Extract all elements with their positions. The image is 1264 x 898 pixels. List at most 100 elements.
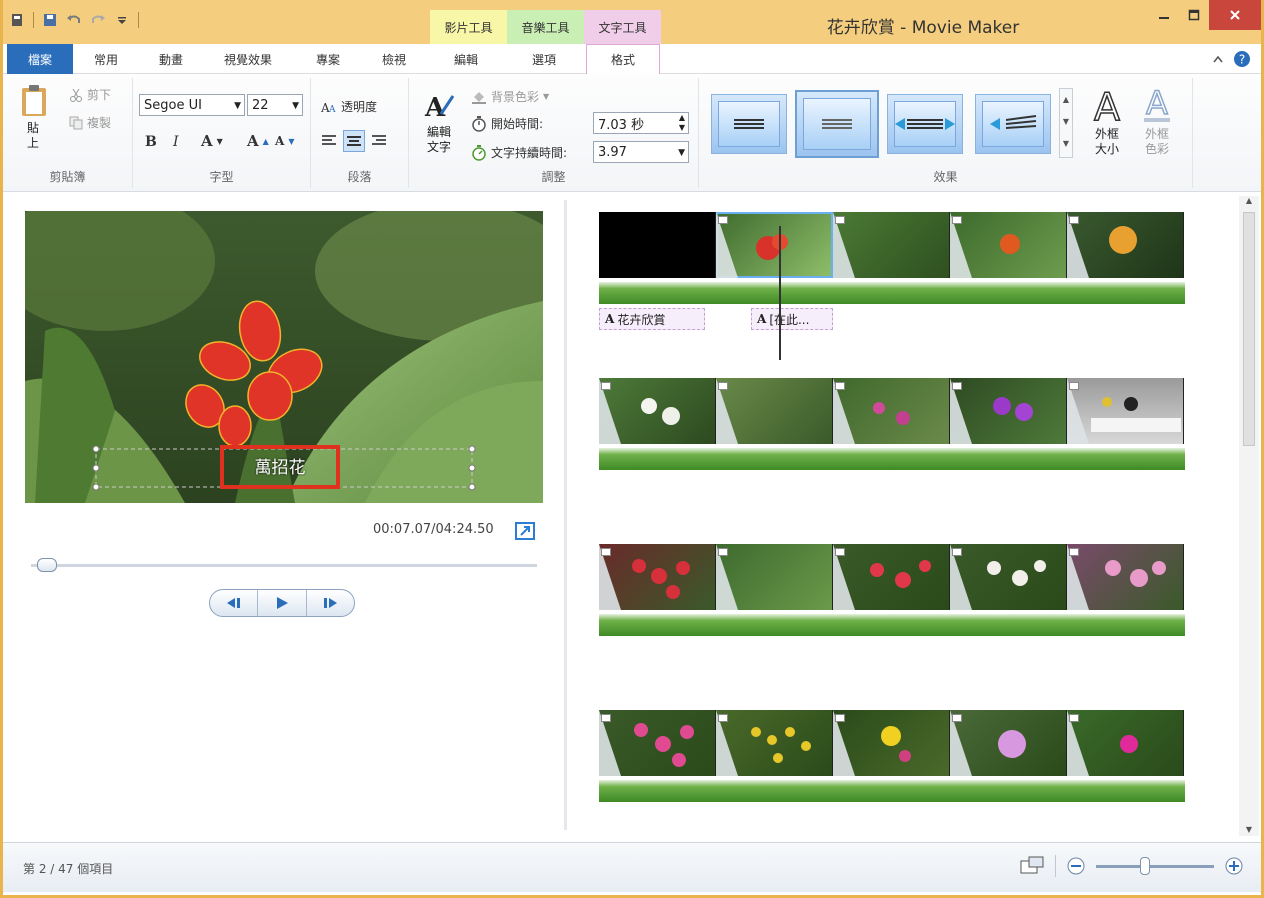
tab-file[interactable]: 檔案	[7, 44, 73, 74]
playhead[interactable]	[779, 226, 781, 360]
seek-thumb[interactable]	[37, 558, 57, 572]
undo-icon[interactable]	[66, 12, 82, 28]
clip[interactable]	[1067, 710, 1184, 776]
group-clipboard: 貼上 剪下 複製 剪貼簿	[3, 78, 133, 188]
audio-track[interactable]	[599, 780, 1185, 802]
zoom-slider[interactable]	[1096, 856, 1214, 875]
audio-track[interactable]	[599, 448, 1185, 470]
clip[interactable]	[716, 710, 833, 776]
align-right-icon[interactable]	[369, 130, 389, 150]
tab-format[interactable]: 格式	[586, 44, 660, 75]
effect-thumbnail-2-selected[interactable]	[795, 90, 879, 158]
clip[interactable]	[833, 710, 950, 776]
edit-text-button[interactable]: A 編輯文字	[421, 90, 457, 155]
clip[interactable]	[950, 378, 1067, 444]
effect-thumbnail-4[interactable]	[975, 94, 1051, 154]
scroll-down-icon[interactable]: ▼	[1239, 825, 1259, 834]
maximize-button[interactable]	[1179, 0, 1209, 30]
app-menu-icon[interactable]	[9, 12, 25, 28]
fullscreen-button[interactable]	[515, 522, 535, 540]
dropdown-arrow-icon: ▼	[543, 92, 550, 101]
clip-selected[interactable]	[716, 212, 833, 278]
clip-strip	[599, 710, 1184, 776]
align-center-icon[interactable]	[343, 130, 365, 152]
thumbnail-size-icon[interactable]	[1019, 855, 1045, 877]
play-button[interactable]	[258, 590, 307, 616]
effects-gallery-scroll[interactable]: ▲ ▼ ▼	[1059, 88, 1073, 158]
clip[interactable]	[833, 212, 950, 278]
tab-animations[interactable]: 動畫	[143, 44, 199, 74]
edit-text-label: 編輯文字	[426, 125, 451, 154]
audio-track[interactable]	[599, 614, 1185, 636]
clip[interactable]	[833, 544, 950, 610]
previous-frame-button[interactable]	[210, 590, 259, 616]
tab-options[interactable]: 選項	[513, 44, 575, 74]
bold-button[interactable]: B	[145, 134, 157, 150]
clip[interactable]	[599, 544, 716, 610]
red-flowers-thumbnail	[870, 560, 931, 588]
tab-home[interactable]: 常用	[81, 44, 131, 74]
clip[interactable]	[950, 212, 1067, 278]
clip[interactable]	[1067, 212, 1184, 278]
zoom-slider-thumb[interactable]	[1140, 856, 1150, 875]
clip[interactable]	[1067, 378, 1184, 444]
tab-project[interactable]: 專案	[303, 44, 353, 74]
outline-size-button[interactable]: A 外框大小	[1087, 84, 1127, 157]
clip[interactable]	[1067, 544, 1184, 610]
title-clip[interactable]	[599, 212, 716, 278]
audio-track[interactable]	[599, 282, 1185, 304]
collapse-ribbon-icon[interactable]	[1213, 55, 1223, 63]
shrink-font-button[interactable]: A ▼	[275, 134, 294, 148]
seek-bar[interactable]	[31, 558, 537, 572]
copy-button[interactable]: 複製	[69, 114, 111, 131]
scroll-up-icon[interactable]: ▲	[1239, 196, 1259, 205]
caption-clip-1[interactable]: A 花卉欣賞	[599, 308, 705, 330]
video-preview[interactable]: 萬招花	[25, 211, 543, 503]
clip[interactable]	[950, 710, 1067, 776]
grow-font-label: A	[247, 132, 259, 150]
tab-visual-effects[interactable]: 視覺效果	[211, 44, 285, 74]
cut-button[interactable]: 剪下	[69, 86, 111, 103]
redo-icon[interactable]	[90, 12, 106, 28]
italic-button[interactable]: I	[173, 134, 179, 150]
transparency-button[interactable]: AA 透明度	[321, 98, 377, 115]
effect-thumbnail-1[interactable]	[711, 94, 787, 154]
minimize-button[interactable]	[1149, 0, 1179, 30]
clip[interactable]	[833, 378, 950, 444]
clip[interactable]	[599, 378, 716, 444]
red-begonia-thumbnail	[632, 559, 690, 599]
tab-edit[interactable]: 編輯	[435, 44, 497, 74]
pane-divider[interactable]	[564, 200, 567, 830]
zoom-out-icon[interactable]	[1066, 856, 1086, 876]
preview-caption-text[interactable]: 萬招花	[222, 453, 338, 478]
clip[interactable]	[950, 544, 1067, 610]
timecode: 00:07.07/04:24.50	[373, 522, 494, 537]
clip[interactable]	[599, 710, 716, 776]
save-icon[interactable]	[42, 12, 58, 28]
storyboard-scrollbar[interactable]: ▲ ▼	[1239, 196, 1259, 836]
dropdown-arrow-icon: ▼	[678, 148, 685, 158]
next-frame-button[interactable]	[307, 590, 354, 616]
clip[interactable]	[716, 544, 833, 610]
help-icon[interactable]: ?	[1233, 50, 1251, 68]
paste-button[interactable]: 貼上	[19, 84, 53, 151]
outline-color-button[interactable]: A 外框色彩	[1137, 83, 1177, 157]
divider	[1055, 855, 1056, 877]
grow-font-button[interactable]: A ▲	[247, 132, 269, 150]
close-button[interactable]	[1209, 0, 1261, 30]
start-time-spinner[interactable]: 7.03 秒 ▲ ▼	[593, 112, 689, 134]
effect-thumbnail-3[interactable]	[887, 94, 963, 154]
font-color-button[interactable]: A ▼	[201, 132, 223, 150]
spinner-arrows-icon[interactable]: ▲ ▼	[679, 113, 685, 133]
scrollbar-thumb[interactable]	[1243, 212, 1255, 446]
customize-toolbar-icon[interactable]	[114, 12, 130, 28]
caption-clip-2[interactable]: A [在此...	[751, 308, 833, 330]
background-color-button[interactable]: 背景色彩 ▼	[471, 88, 549, 105]
align-left-icon[interactable]	[319, 130, 339, 150]
duration-select[interactable]: 3.97 ▼	[593, 141, 689, 163]
zoom-in-icon[interactable]	[1224, 856, 1244, 876]
font-family-select[interactable]: Segoe UI ▼	[139, 94, 245, 116]
tab-view[interactable]: 檢視	[369, 44, 419, 74]
clip[interactable]	[716, 378, 833, 444]
font-size-select[interactable]: 22 ▼	[247, 94, 303, 116]
